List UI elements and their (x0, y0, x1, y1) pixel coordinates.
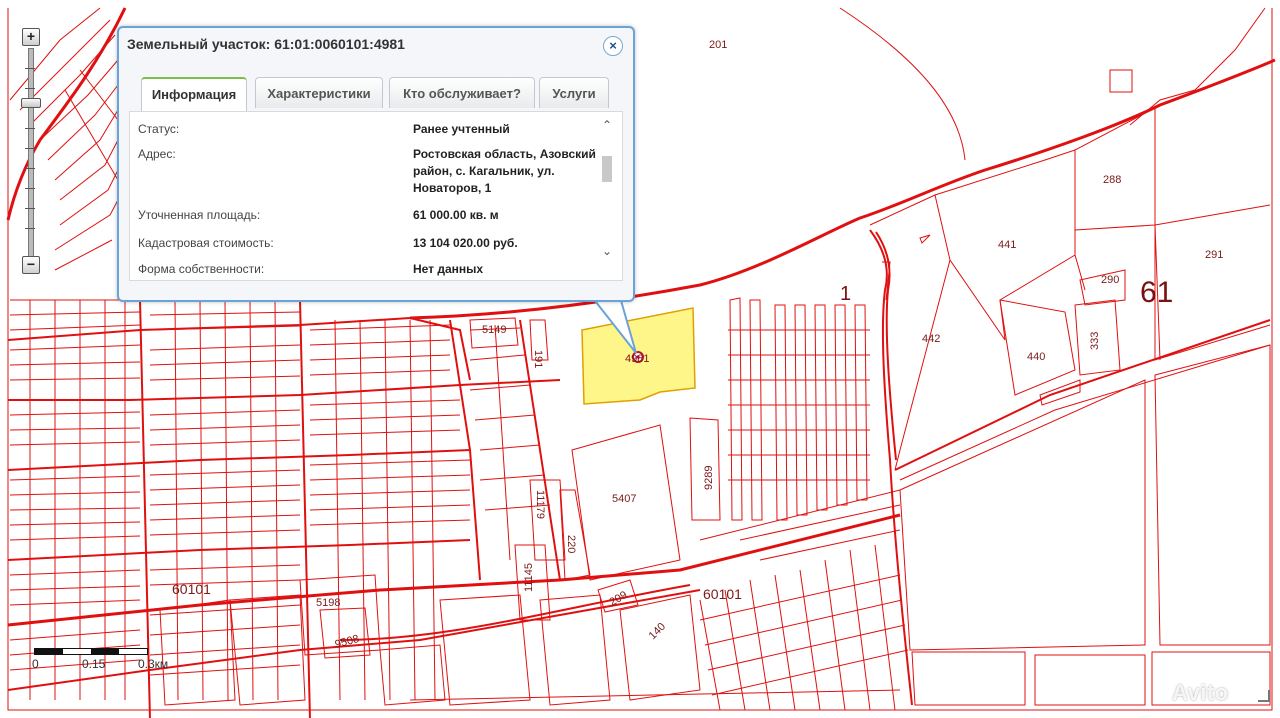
zoom-tick (25, 148, 35, 149)
block-label-west: 60101 (172, 581, 211, 597)
parcel-label-selected: 4981 (625, 353, 649, 365)
parcel-label: 291 (1205, 249, 1223, 261)
zoom-tick (25, 188, 35, 189)
region-label: 1 (840, 283, 851, 305)
watermark: Avito (1172, 680, 1229, 705)
lots-grid-w (9, 299, 141, 700)
parcel-label: 11179 (534, 490, 546, 519)
scale-bar-graphic (34, 648, 148, 655)
parcel-label: 11145 (523, 563, 535, 592)
zoom-tick (25, 88, 35, 89)
tab-who-serves[interactable]: Кто обслуживает? (389, 77, 535, 108)
address-label: Адрес: (138, 147, 176, 161)
popup-title: Земельный участок: 61:01:0060101:4981 (127, 36, 405, 52)
cadastral-value-value: 13 104 020.00 руб. (413, 236, 518, 250)
scroll-down-icon[interactable]: ⌄ (600, 244, 614, 258)
zoom-tick (25, 168, 35, 169)
lots-grid-c1 (149, 297, 301, 701)
district-label: 61 (1140, 276, 1173, 309)
parcel-label: 140 (647, 621, 668, 642)
parcel-info-popup[interactable]: Земельный участок: 61:01:0060101:4981 × … (117, 26, 635, 302)
parcel-label: 290 (1101, 274, 1119, 286)
map-viewer[interactable]: 201 288 291 441 442 440 290 333 5149 191… (0, 0, 1280, 718)
parcel-label: 5407 (612, 493, 636, 505)
status-value: Ранее учтенный (413, 122, 510, 136)
parcel-label: 333 (1089, 332, 1101, 350)
scale-label: 0.15 (82, 657, 106, 671)
scroll-thumb[interactable] (602, 156, 612, 182)
parcel-label: 441 (998, 239, 1016, 251)
parcel-label: 440 (1027, 351, 1045, 363)
tab-info[interactable]: Информация (141, 77, 247, 111)
address-value: Ростовская область, Азовский район, с. К… (413, 147, 596, 195)
zoom-control[interactable]: + − (20, 28, 42, 278)
scale-label: 0.3км (138, 657, 169, 671)
parcel-label: 9289 (703, 466, 715, 490)
zoom-tick (25, 228, 35, 229)
block-label-east: 60101 (703, 586, 742, 602)
parcel-label: 220 (565, 535, 577, 553)
scroll-up-icon[interactable]: ⌃ (600, 118, 614, 132)
zoom-out-button[interactable]: − (22, 256, 40, 274)
cadastral-value-label: Кадастровая стоимость: (138, 236, 274, 250)
zoom-in-button[interactable]: + (22, 28, 40, 46)
close-icon[interactable]: × (603, 36, 623, 56)
zoom-tick (25, 208, 35, 209)
parcel-label: 288 (1103, 174, 1121, 186)
parcel-label: 5149 (482, 324, 506, 336)
info-panel: Статус: Ранее учтенный Адрес: Ростовская… (129, 111, 623, 281)
parcel-label: 5198 (316, 597, 340, 609)
scale-label: 0 (32, 657, 39, 671)
status-label: Статус: (138, 122, 180, 136)
ownership-label: Форма собственности: (138, 262, 265, 276)
parcel-label: 191 (532, 350, 544, 368)
parcel-label: 209 (608, 589, 630, 609)
area-label: Уточненная площадь: (138, 208, 261, 222)
zoom-slider-track[interactable] (28, 48, 34, 264)
tab-characteristics[interactable]: Характеристики (255, 77, 383, 108)
scale-bar: 0 0.15 0.3км (30, 645, 180, 675)
parcel-label: 201 (709, 39, 727, 51)
ownership-value: Нет данных (413, 262, 484, 276)
area-value: 61 000.00 кв. м (413, 208, 499, 222)
zoom-slider-thumb[interactable] (21, 98, 41, 108)
info-scrollbar[interactable]: ⌃ ⌄ (600, 118, 614, 268)
parcel-label: 442 (922, 333, 940, 345)
tab-services[interactable]: Услуги (539, 77, 609, 108)
parcel-label: 9508 (334, 633, 361, 651)
resize-icon[interactable] (1258, 690, 1270, 702)
lots-grid-e (699, 297, 909, 711)
zoom-tick (25, 128, 35, 129)
zoom-tick (25, 68, 35, 69)
